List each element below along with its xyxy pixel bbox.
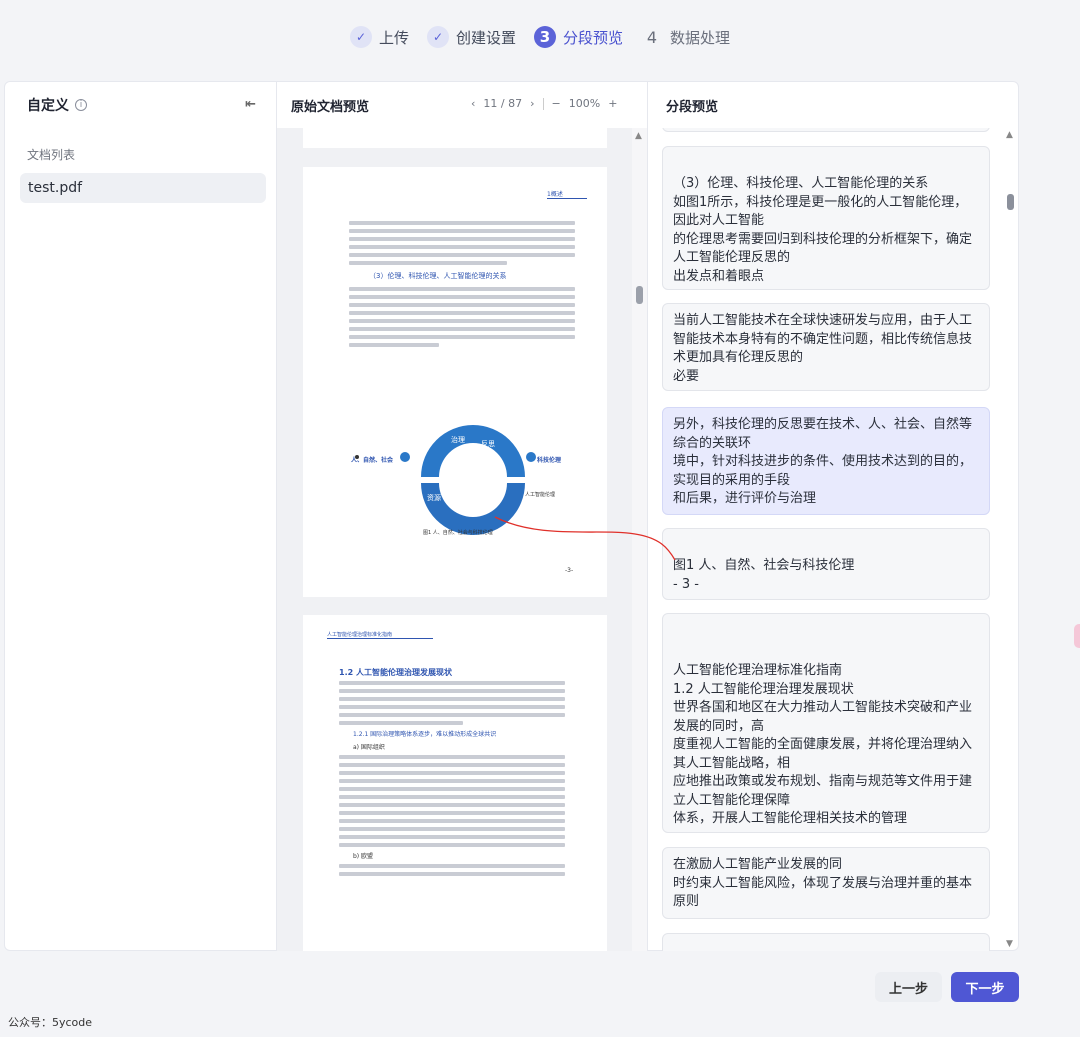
page-header-tag: 1概述 — [547, 189, 587, 199]
chunk-card[interactable]: 在激励人工智能产业发展的同 时约束人工智能风险，体现了发展与治理并重的基本原则 — [662, 847, 990, 919]
previous-step-button[interactable]: 上一步 — [875, 972, 942, 1002]
file-item-test-pdf[interactable]: test.pdf — [20, 173, 266, 203]
chunk-card-partial — [662, 128, 990, 132]
preview-title: 原始文档预览 — [291, 99, 370, 115]
page-controls: ‹ 11 / 87 › − 100% + — [471, 97, 617, 110]
check-icon: ✓ — [426, 26, 449, 48]
chunk-text: 图1 人、自然、社会与科技伦理 - 3 - — [673, 558, 855, 592]
chunk-text: 当前人工智能技术在全球快速研发与应用，由于人工智能技术本身特有的不确定性问题，相… — [673, 313, 973, 384]
chunk-card[interactable]: 当前人工智能技术在全球快速研发与应用，由于人工智能技术本身特有的不确定性问题，相… — [662, 303, 990, 391]
step-segment-preview[interactable]: 3 分段预览 — [534, 26, 623, 48]
step-upload[interactable]: ✓ 上传 — [349, 26, 409, 48]
document-list-title: 文档列表 — [27, 148, 76, 162]
figure-caption: 图1 人、自然、社会与科技伦理 — [423, 530, 493, 536]
figure-right-cluster: 科技伦理 — [537, 457, 562, 464]
figure-label: 资源 — [427, 494, 441, 502]
zoom-in-button[interactable]: + — [608, 97, 617, 110]
figure-right-bottom: 人工智能伦理 — [525, 492, 556, 498]
page-body-text: 1.2.1 国际治理策略体系逐步，难以推动形成全球共识 a) 国际组织 b) 欧… — [339, 681, 565, 880]
next-page-button[interactable]: › — [530, 97, 534, 110]
scroll-down-icon[interactable]: ▼ — [1006, 939, 1013, 949]
step-label: 上传 — [378, 28, 409, 47]
chunk-card[interactable]: 图1 人、自然、社会与科技伦理 - 3 - — [662, 528, 990, 600]
pdf-page-11: 1概述 （3）伦理、科技伦理、人工智能伦理的关系 评估 治理 反思 资源 协同 … — [303, 167, 607, 597]
figure-label: 协同 — [453, 504, 467, 512]
footer-watermark: 公众号：5ycode — [8, 1016, 93, 1029]
chunk-text: 在激励人工智能产业发展的同 时约束人工智能风险，体现了发展与治理并重的基本原则 — [673, 857, 973, 909]
chunk-card[interactable]: （3）伦理、科技伦理、人工智能伦理的关系 如图1所示，科技伦理是更一般化的人工智… — [662, 146, 990, 290]
pdf-viewport[interactable]: 1概述 （3）伦理、科技伦理、人工智能伦理的关系 评估 治理 反思 资源 协同 … — [277, 128, 632, 951]
check-icon: ✓ — [349, 26, 372, 48]
step-data-processing[interactable]: 4 数据处理 — [641, 26, 730, 48]
figure-label: 治理 — [451, 436, 465, 444]
pdf-page-prev — [303, 128, 607, 148]
chunk-scrollbar[interactable]: ▲ ▼ — [1003, 128, 1018, 951]
original-document-preview: 原始文档预览 ‹ 11 / 87 › − 100% + 1概述 （3）伦理、科技… — [277, 82, 648, 951]
pdf-page-12: 人工智能伦理治理标准化指南 1.2 人工智能伦理治理发展现状 1.2.1 国际治… — [303, 615, 607, 951]
chunk-card-partial — [662, 933, 990, 951]
list-item: b) 欧盟 — [353, 853, 374, 860]
collapse-sidebar-icon[interactable]: ⇤ — [245, 97, 256, 112]
page-heading: 1.2 人工智能伦理治理发展现状 — [339, 668, 452, 677]
page-header-tag: 人工智能伦理治理标准化指南 — [327, 631, 433, 639]
main-frame: 自定义 i ⇤ 文档列表 test.pdf 原始文档预览 ‹ 11 / 87 ›… — [4, 81, 1019, 951]
divider — [542, 97, 544, 110]
scroll-up-icon[interactable]: ▲ — [635, 131, 642, 141]
zoom-out-button[interactable]: − — [552, 97, 561, 110]
section-heading: （3）伦理、科技伦理、人工智能伦理的关系 — [369, 272, 507, 280]
sub-heading: 1.2.1 国际治理策略体系逐步，难以推动形成全球共识 — [353, 731, 497, 738]
info-icon[interactable]: i — [75, 99, 87, 111]
scrollbar-thumb[interactable] — [636, 286, 643, 304]
sidebar-header: 自定义 i ⇤ — [5, 82, 276, 128]
step-label: 分段预览 — [563, 28, 624, 47]
figure-label: 评估 — [411, 440, 425, 448]
step-number: 4 — [646, 27, 658, 47]
step-create-settings[interactable]: ✓ 创建设置 — [426, 26, 516, 48]
stepper: ✓ 上传 ✓ 创建设置 3 分段预览 4 数据处理 — [0, 26, 1080, 48]
chunk-text: （3）伦理、科技伦理、人工智能伦理的关系 如图1所示，科技伦理是更一般化的人工智… — [673, 176, 973, 284]
segment-preview-title: 分段预览 — [666, 99, 719, 115]
scroll-up-icon[interactable]: ▲ — [1006, 130, 1013, 140]
figure-label: 反思 — [481, 440, 495, 448]
step-label: 创建设置 — [455, 28, 516, 47]
step-label: 数据处理 — [670, 28, 731, 47]
floating-assistant-tab[interactable] — [1074, 624, 1080, 648]
list-item: a) 国际组织 — [353, 744, 385, 751]
page-body-text: （3）伦理、科技伦理、人工智能伦理的关系 — [349, 221, 575, 351]
file-sidebar: 自定义 i ⇤ 文档列表 test.pdf — [5, 82, 277, 950]
preview-header: 原始文档预览 ‹ 11 / 87 › − 100% + — [277, 82, 647, 128]
chunk-list[interactable]: （3）伦理、科技伦理、人工智能伦理的关系 如图1所示，科技伦理是更一般化的人工智… — [648, 128, 1001, 951]
figure-label: 发展 — [477, 494, 491, 502]
chunk-card[interactable]: 人工智能伦理治理标准化指南 1.2 人工智能伦理治理发展现状 世界各国和地区在大… — [662, 613, 990, 833]
chunk-text: 另外，科技伦理的反思要在技术、人、社会、自然等综合的关联环 境中，针对科技进步的… — [673, 417, 973, 506]
page-indicator: 11 / 87 — [483, 97, 523, 110]
figure-left-cluster: 人、自然、社会 — [351, 457, 394, 464]
prev-page-button[interactable]: ‹ — [471, 97, 475, 110]
zoom-level: 100% — [568, 97, 601, 110]
segment-preview: 分段预览 （3）伦理、科技伦理、人工智能伦理的关系 如图1所示，科技伦理是更一般… — [648, 82, 1018, 951]
sidebar-title: 自定义 — [27, 98, 69, 114]
chunk-card-highlighted[interactable]: 另外，科技伦理的反思要在技术、人、社会、自然等综合的关联环 境中，针对科技进步的… — [662, 407, 990, 515]
step-number: 3 — [534, 26, 556, 48]
next-step-button[interactable]: 下一步 — [951, 972, 1019, 1002]
scrollbar-thumb[interactable] — [1007, 194, 1014, 210]
chunk-text: 人工智能伦理治理标准化指南 1.2 人工智能伦理治理发展现状 世界各国和地区在大… — [673, 663, 973, 826]
page-number: -3- — [565, 567, 574, 574]
pdf-scrollbar[interactable]: ▲ — [632, 128, 647, 951]
